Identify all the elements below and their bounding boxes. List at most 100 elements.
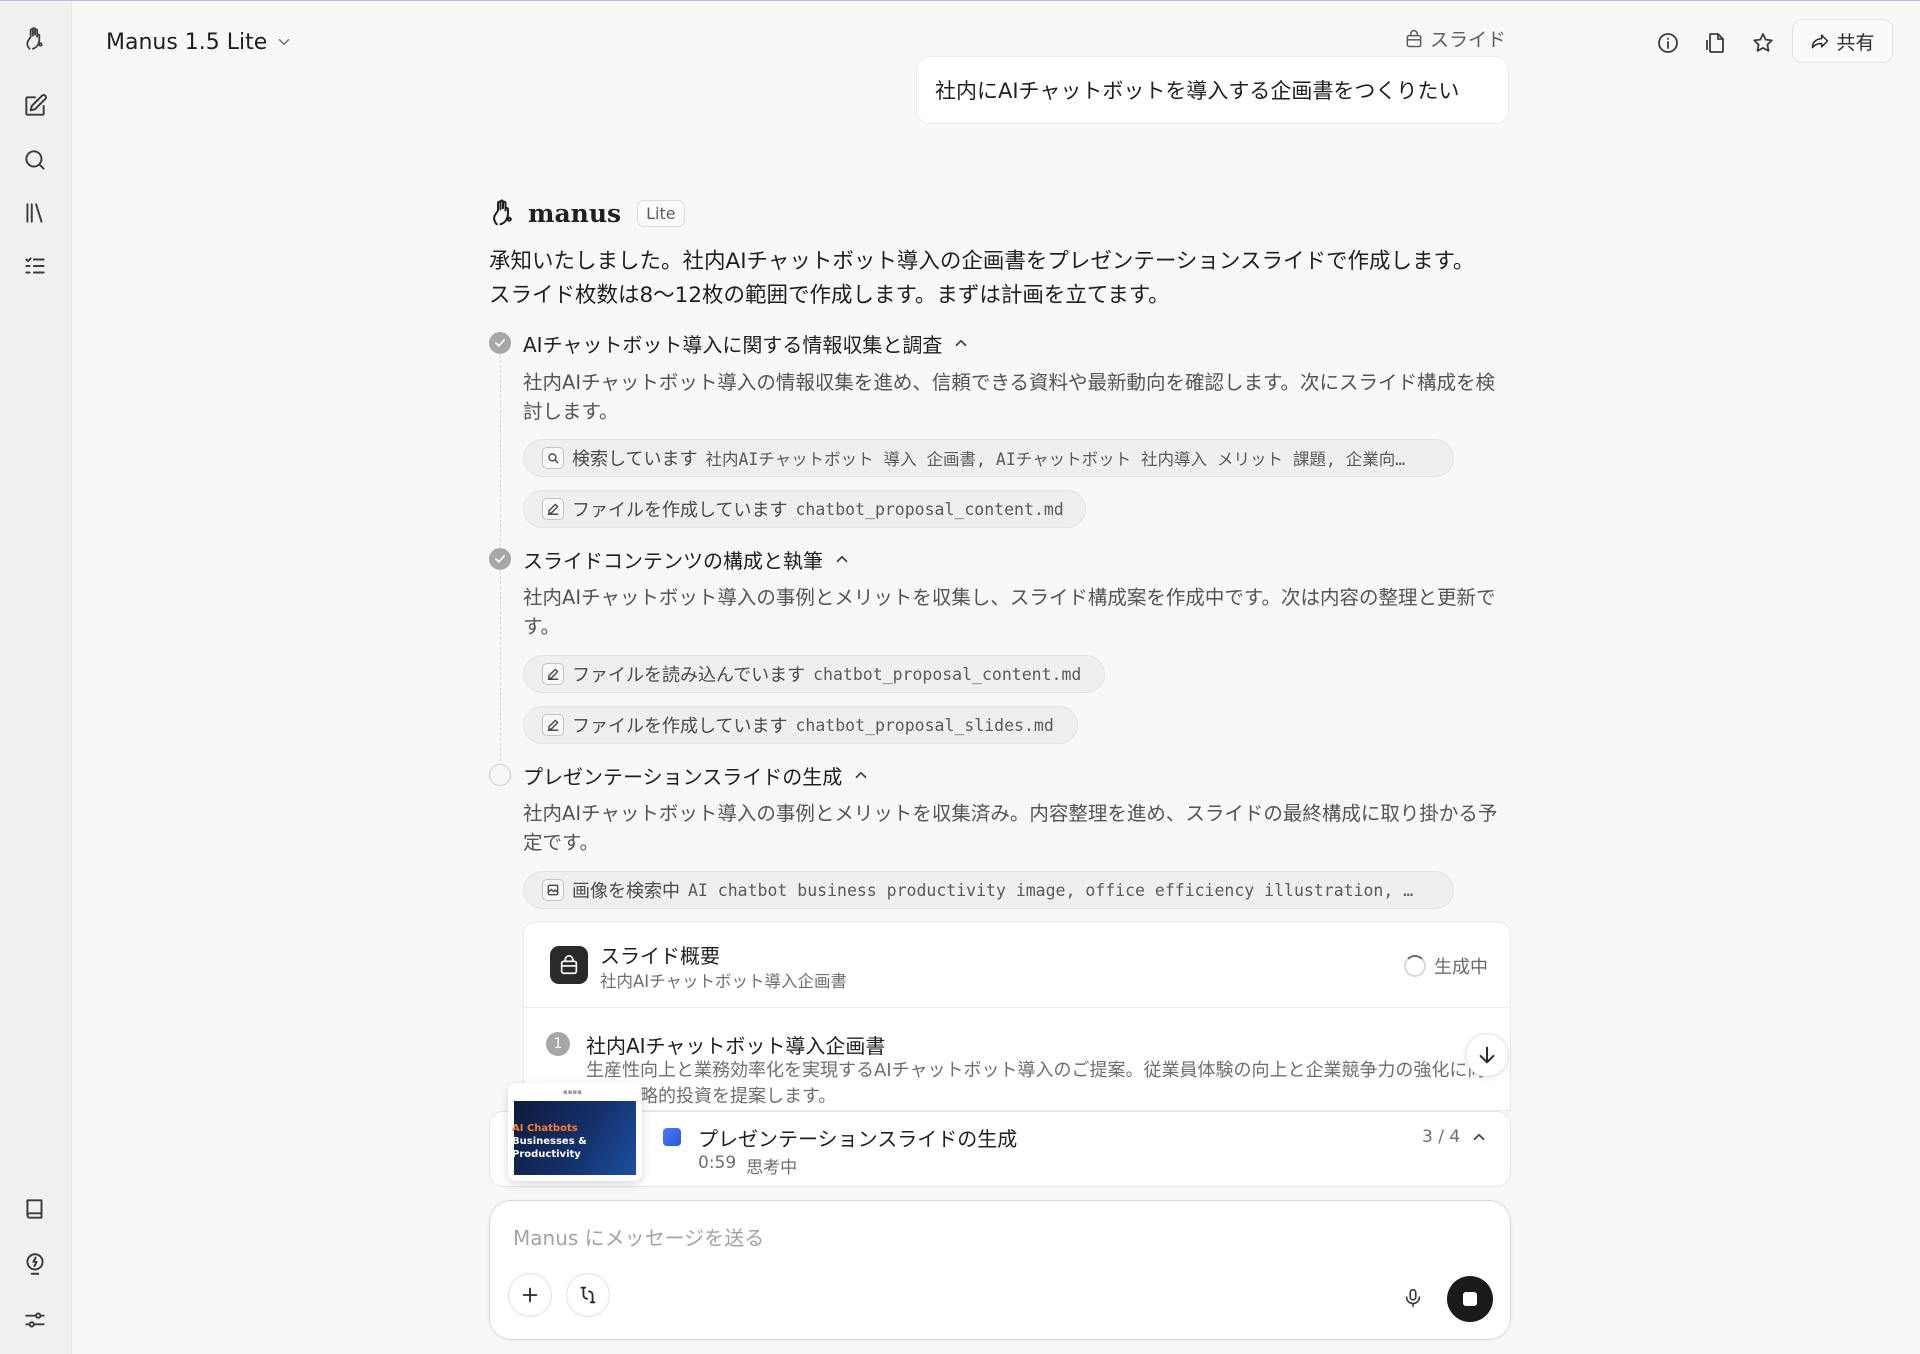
assistant-header: manus Lite <box>488 197 685 229</box>
lightbulb-icon[interactable] <box>17 1246 53 1282</box>
search-icon <box>542 447 564 469</box>
slide-bag-icon <box>550 946 588 984</box>
settings-sliders-icon[interactable] <box>17 1302 53 1338</box>
image-icon <box>542 879 564 901</box>
sidebar <box>0 1 72 1354</box>
book-icon[interactable] <box>17 1191 53 1227</box>
edit-icon <box>542 714 564 736</box>
spinner-icon <box>1404 955 1426 977</box>
tool-action: ファイルを作成しています <box>572 500 788 521</box>
stop-icon <box>1463 1292 1477 1306</box>
add-attachment-button[interactable] <box>508 1273 552 1317</box>
model-selector[interactable]: Manus 1.5 Lite <box>106 25 293 59</box>
tool-action: 検索しています <box>572 449 698 470</box>
elapsed-time: 0:59 <box>698 1153 737 1173</box>
slide-number: 1 <box>546 1032 570 1056</box>
slides-card-header: スライド概要 社内AIチャットボット導入企画書 生成中 <box>524 922 1510 1008</box>
step-header[interactable]: AIチャットボット導入に関する情報収集と調査 <box>523 329 970 357</box>
thumbnail-header: ▪▪▪▪ <box>563 1088 582 1096</box>
step-header[interactable]: プレゼンテーションスライドの生成 <box>523 761 870 789</box>
user-message-text: 社内にAIチャットボットを導入する企画書をつくりたい <box>935 79 1460 103</box>
plus-icon <box>522 1287 538 1303</box>
progress-subline: 0:59 思考中 <box>698 1153 797 1178</box>
slides-card-title: スライド概要 <box>600 944 720 968</box>
tool-call-chip[interactable]: 画像を検索中 AI chatbot business productivity … <box>523 871 1454 909</box>
assistant-name: manus <box>528 198 622 228</box>
tool-argument: chatbot_proposal_slides.md <box>795 715 1054 735</box>
slides-card-subtitle: 社内AIチャットボット導入企画書 <box>600 972 847 991</box>
slide-bag-icon <box>1406 29 1422 47</box>
step-description: 社内AIチャットボット導入の事例とメリットを収集し、スライド構成案を作成中です。… <box>523 586 1496 638</box>
step-connector <box>500 355 501 547</box>
slides-overview-card[interactable]: スライド概要 社内AIチャットボット導入企画書 生成中 1 社内AIチャットボッ… <box>523 921 1511 1111</box>
step-title: プレゼンテーションスライドの生成 <box>523 764 843 789</box>
step-pending-icon <box>489 764 511 786</box>
star-icon[interactable] <box>1745 25 1781 61</box>
share-label: 共有 <box>1836 31 1875 54</box>
step-title: AIチャットボット導入に関する情報収集と調査 <box>523 332 943 357</box>
model-name: Manus 1.5 Lite <box>106 29 268 55</box>
step-done-icon <box>489 548 511 570</box>
connectors-button[interactable] <box>566 1273 610 1317</box>
user-message-bubble: 社内にAIチャットボットを導入する企画書をつくりたい <box>916 56 1509 124</box>
thumbnail-line: AI Chatbots <box>512 1123 578 1134</box>
tool-argument: chatbot_proposal_content.md <box>795 499 1064 519</box>
step-done-icon <box>489 332 511 354</box>
chevron-up-icon <box>1473 1133 1485 1141</box>
slide-description: 生産性向上と業務効率化を実現するAIチャットボット導入のご提案。従業員体験の向上… <box>586 1060 1486 1107</box>
chevron-up-icon <box>836 555 848 563</box>
tool-argument: AI chatbot business productivity image, … <box>688 880 1414 900</box>
manus-logo-icon[interactable] <box>17 21 53 57</box>
step-counter: 3 / 4 <box>1422 1127 1461 1147</box>
lite-badge: Lite <box>637 199 685 227</box>
arrow-down-icon <box>1479 1046 1495 1064</box>
manus-logo-icon <box>493 199 512 226</box>
files-icon[interactable] <box>1698 25 1734 61</box>
chevron-up-icon <box>855 771 867 779</box>
message-input[interactable] <box>513 1221 1473 1255</box>
edit-icon <box>542 498 564 520</box>
tool-call-chip[interactable]: ファイルを読み込んでいます chatbot_proposal_content.m… <box>523 655 1105 693</box>
microphone-icon[interactable] <box>1395 1280 1431 1316</box>
assistant-intro: 承知いたしました。社内AIチャットボット導入の企画書をプレゼンテーションスライド… <box>489 249 1475 308</box>
thumbnail-line: Businesses & <box>512 1136 587 1147</box>
step-connector <box>500 571 501 761</box>
chevron-down-icon <box>279 39 290 46</box>
step-description: 社内AIチャットボット導入の情報収集を進め、信頼できる資料や最新動向を確認します… <box>523 371 1496 423</box>
status-label: 生成中 <box>1434 957 1488 978</box>
task-list-icon[interactable] <box>17 248 53 284</box>
thumbnail-line: Productivity <box>512 1149 581 1160</box>
running-indicator-icon <box>663 1128 681 1146</box>
tool-call-chip[interactable]: ファイルを作成しています chatbot_proposal_content.md <box>523 490 1086 528</box>
library-icon[interactable] <box>17 195 53 231</box>
stop-button[interactable] <box>1447 1276 1493 1322</box>
edit-icon <box>542 663 564 685</box>
thumbnail-caption: AI Chatbots Businesses & Productivity <box>512 1122 587 1161</box>
tool-argument: chatbot_proposal_content.md <box>813 664 1082 684</box>
scroll-down-button[interactable] <box>1465 1033 1509 1077</box>
info-icon[interactable] <box>1650 25 1686 61</box>
tool-call-chip[interactable]: ファイルを作成しています chatbot_proposal_slides.md <box>523 706 1078 744</box>
new-task-icon[interactable] <box>17 88 53 124</box>
tool-action: ファイルを作成しています <box>572 716 788 737</box>
tool-argument: 社内AIチャットボット 導入 企画書, AIチャットボット 社内導入 メリット … <box>705 450 1406 469</box>
tool-call-chip[interactable]: 検索しています 社内AIチャットボット 導入 企画書, AIチャットボット 社内… <box>523 439 1454 477</box>
connector-icon <box>580 1286 596 1304</box>
chevron-up-icon <box>956 339 967 347</box>
tool-action: ファイルを読み込んでいます <box>572 665 806 686</box>
slide-thumbnail[interactable]: ▪▪▪▪ AI Chatbots Businesses & Productivi… <box>508 1083 642 1181</box>
step-description: 社内AIチャットボット導入の事例とメリットを収集済み。内容整理を進め、スライドの… <box>523 802 1498 854</box>
step-header[interactable]: スライドコンテンツの構成と執筆 <box>523 545 851 573</box>
slide-mode-tag: スライド <box>1404 25 1506 52</box>
slide-tag-label: スライド <box>1430 29 1507 51</box>
progress-title: プレゼンテーションスライドの生成 <box>698 1127 1018 1151</box>
tool-action: 画像を検索中 <box>572 881 680 902</box>
share-button[interactable]: 共有 <box>1792 19 1893 63</box>
slide-title: 社内AIチャットボット導入企画書 <box>586 1034 886 1058</box>
step-title: スライドコンテンツの構成と執筆 <box>523 548 823 573</box>
progress-state: 思考中 <box>746 1158 798 1178</box>
progress-count[interactable]: 3 / 4 <box>1422 1127 1488 1147</box>
share-arrow-icon <box>1812 34 1829 49</box>
search-icon[interactable] <box>17 142 53 178</box>
message-composer <box>489 1200 1511 1340</box>
